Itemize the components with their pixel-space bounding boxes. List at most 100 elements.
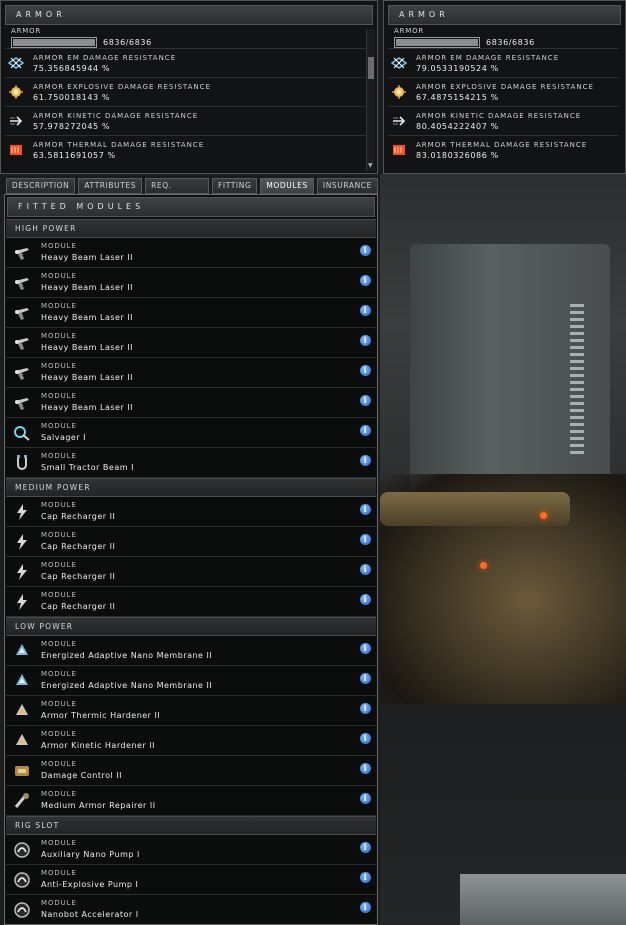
info-icon[interactable]: i [360, 395, 371, 406]
info-icon[interactable]: i [360, 872, 371, 883]
info-icon[interactable]: i [360, 564, 371, 575]
info-icon[interactable]: i [360, 335, 371, 346]
info-icon[interactable]: i [360, 245, 371, 256]
module-type-label: MODULE [41, 501, 77, 509]
module-type-label: MODULE [41, 640, 77, 648]
resistance-text: ARMOR EM DAMAGE RESISTANCE 75.356845944 … [33, 54, 176, 73]
tab-fitting[interactable]: FITTING [211, 178, 258, 194]
module-row[interactable]: MODULE Heavy Beam Laser II i [6, 238, 376, 268]
info-icon[interactable]: i [360, 305, 371, 316]
module-name: Heavy Beam Laser II [41, 313, 133, 322]
module-name: Salvager I [41, 433, 87, 442]
module-name: Nanobot Accelerator I [41, 910, 139, 919]
module-row[interactable]: MODULE Auxiliary Nano Pump I i [6, 835, 376, 865]
info-icon[interactable]: i [360, 504, 371, 515]
panel-title: FITTED MODULES [7, 197, 375, 217]
info-icon[interactable]: i [360, 793, 371, 804]
module-row[interactable]: MODULE Small Tractor Beam I i [6, 448, 376, 478]
resistance-value: 75.356845944 % [33, 63, 111, 73]
module-row[interactable]: MODULE Cap Recharger II i [6, 497, 376, 527]
module-row[interactable]: MODULE Heavy Beam Laser II i [6, 298, 376, 328]
cap-recharger-icon [11, 501, 33, 523]
kinetic-damage-icon [388, 110, 410, 132]
scroll-down-arrow-icon[interactable]: ▼ [368, 162, 373, 169]
module-name: Cap Recharger II [41, 602, 116, 611]
station-lights [570, 304, 584, 454]
scrollbar[interactable]: ▼ [366, 29, 375, 171]
rig-icon [11, 869, 33, 891]
laser-turret-icon [11, 362, 33, 384]
scrollbar-thumb[interactable] [368, 57, 374, 79]
resistance-text: ARMOR KINETIC DAMAGE RESISTANCE 80.40542… [416, 112, 581, 131]
tab-description[interactable]: DESCRIPTION [6, 178, 76, 194]
module-row[interactable]: MODULE Anti-Explosive Pump I i [6, 865, 376, 895]
tab-insurance[interactable]: INSURANCE [316, 178, 378, 194]
nano-membrane-icon [11, 640, 33, 662]
module-name: Energized Adaptive Nano Membrane II [41, 651, 213, 660]
thermal-damage-icon [388, 139, 410, 161]
module-name: Armor Kinetic Hardener II [41, 741, 156, 750]
module-row[interactable]: MODULE Cap Recharger II i [6, 557, 376, 587]
info-icon[interactable]: i [360, 643, 371, 654]
station-floor [460, 874, 626, 925]
module-type-label: MODULE [41, 422, 77, 430]
info-icon[interactable]: i [360, 534, 371, 545]
info-icon[interactable]: i [360, 425, 371, 436]
module-row[interactable]: MODULE Heavy Beam Laser II i [6, 328, 376, 358]
module-type-label: MODULE [41, 392, 77, 400]
module-type-label: MODULE [41, 591, 77, 599]
module-row[interactable]: MODULE Salvager I i [6, 418, 376, 448]
station-scene-background [380, 174, 626, 925]
info-icon[interactable]: i [360, 594, 371, 605]
slot-section-header: RIG SLOT [6, 816, 376, 835]
module-name: Heavy Beam Laser II [41, 343, 133, 352]
info-icon[interactable]: i [360, 673, 371, 684]
module-name: Small Tractor Beam I [41, 463, 134, 472]
module-row[interactable]: MODULE Heavy Beam Laser II i [6, 268, 376, 298]
thermal-damage-icon [5, 139, 27, 161]
module-name: Auxiliary Nano Pump I [41, 850, 140, 859]
armor-hardener-icon [11, 700, 33, 722]
module-list: HIGH POWER MODULE Heavy Beam Laser II i … [5, 219, 377, 924]
module-name: Anti-Explosive Pump I [41, 880, 139, 889]
armor-panel-left: ARMOR ARMOR 6836/6836 ARMOR EM DAMAGE RE… [0, 0, 378, 174]
module-name: Medium Armor Repairer II [41, 801, 156, 810]
tab-req-skills[interactable]: REQ. SKILLS [145, 178, 209, 204]
module-type-label: MODULE [41, 839, 77, 847]
module-row[interactable]: MODULE Heavy Beam Laser II i [6, 388, 376, 418]
laser-turret-icon [11, 392, 33, 414]
info-icon[interactable]: i [360, 365, 371, 376]
engine-glow [540, 512, 547, 519]
tab-attributes[interactable]: ATTRIBUTES [78, 178, 143, 194]
laser-turret-icon [11, 242, 33, 264]
resistance-value: 61.750018143 % [33, 92, 111, 102]
ship-turret-arm [380, 492, 570, 526]
tab-modules[interactable]: MODULES [260, 178, 314, 194]
resistance-value: 57.978272045 % [33, 121, 111, 131]
module-row[interactable]: MODULE Nanobot Accelerator I i [6, 895, 376, 924]
module-row[interactable]: MODULE Armor Thermic Hardener II i [6, 696, 376, 726]
module-type-label: MODULE [41, 272, 77, 280]
rig-icon [11, 839, 33, 861]
module-row[interactable]: MODULE Armor Kinetic Hardener II i [6, 726, 376, 756]
info-icon[interactable]: i [360, 455, 371, 466]
info-icon[interactable]: i [360, 703, 371, 714]
module-row[interactable]: MODULE Heavy Beam Laser II i [6, 358, 376, 388]
info-icon[interactable]: i [360, 842, 371, 853]
info-icon[interactable]: i [360, 733, 371, 744]
module-type-label: MODULE [41, 362, 77, 370]
resistance-label: ARMOR KINETIC DAMAGE RESISTANCE [33, 111, 199, 120]
module-type-label: MODULE [41, 332, 77, 340]
info-icon[interactable]: i [360, 763, 371, 774]
module-row[interactable]: MODULE Energized Adaptive Nano Membrane … [6, 636, 376, 666]
module-row[interactable]: MODULE Energized Adaptive Nano Membrane … [6, 666, 376, 696]
module-row[interactable]: MODULE Medium Armor Repairer II i [6, 786, 376, 816]
resistance-text: ARMOR EM DAMAGE RESISTANCE 79.0533190524… [416, 54, 559, 73]
module-row[interactable]: MODULE Cap Recharger II i [6, 527, 376, 557]
module-row[interactable]: MODULE Damage Control II i [6, 756, 376, 786]
module-row[interactable]: MODULE Cap Recharger II i [6, 587, 376, 617]
resistance-value: 67.4875154215 % [416, 92, 499, 102]
info-icon[interactable]: i [360, 902, 371, 913]
info-icon[interactable]: i [360, 275, 371, 286]
resistance-value: 83.0180326086 % [416, 150, 499, 160]
